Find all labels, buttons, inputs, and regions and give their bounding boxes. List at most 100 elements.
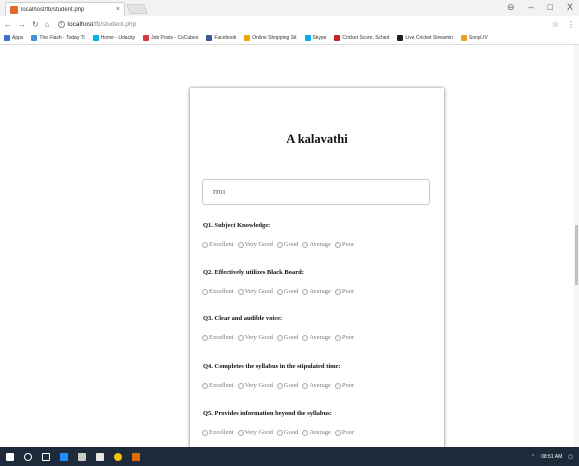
close-window-button[interactable]: X	[567, 2, 573, 13]
radio-button[interactable]	[302, 288, 309, 295]
bookmark-item[interactable]: SonyLIV	[460, 35, 488, 41]
bookmark-favicon-icon	[334, 35, 341, 41]
reload-icon[interactable]: ↻	[32, 20, 39, 29]
bookmark-star-icon[interactable]: ☆	[552, 20, 559, 29]
rating-option[interactable]: Poor	[334, 241, 354, 248]
radio-button[interactable]	[334, 241, 341, 248]
rating-option[interactable]: Poor	[334, 288, 355, 295]
radio-button[interactable]	[202, 288, 208, 295]
scrollbar-thumb[interactable]	[575, 225, 578, 285]
rating-option[interactable]: Good	[276, 288, 299, 295]
radio-button[interactable]	[237, 429, 244, 436]
back-arrow-icon[interactable]: ←	[4, 20, 12, 29]
radio-button[interactable]	[202, 382, 208, 389]
rating-option[interactable]: Poor	[334, 429, 354, 436]
chrome-icon[interactable]	[114, 452, 122, 461]
rating-option[interactable]: Excellent	[202, 241, 234, 248]
close-tab-icon[interactable]: ×	[116, 6, 120, 13]
bookmark-label: SonyLIV	[468, 35, 488, 41]
option-label: Good	[283, 288, 299, 295]
radio-button[interactable]	[276, 382, 283, 389]
radio-button[interactable]	[302, 334, 309, 341]
windows-start-icon[interactable]	[6, 452, 14, 461]
notification-icon[interactable]: ▢	[568, 454, 573, 460]
rating-option[interactable]: Average	[302, 429, 331, 436]
radio-button[interactable]	[302, 241, 309, 248]
radio-button[interactable]	[334, 429, 341, 436]
student-id-field[interactable]: IT01	[202, 179, 430, 205]
bookmark-item[interactable]: Live Cricket Streamin	[397, 35, 453, 41]
rating-option[interactable]: Good	[276, 382, 298, 389]
bookmark-item[interactable]: Online Shopping Sit	[244, 35, 297, 41]
radio-button[interactable]	[334, 288, 341, 295]
rating-option[interactable]: Very Good	[237, 334, 273, 341]
rating-option[interactable]: Average	[302, 241, 331, 248]
rating-option[interactable]: Good	[276, 334, 298, 341]
radio-button[interactable]	[237, 241, 244, 248]
rating-option[interactable]: Excellent	[202, 334, 234, 341]
bookmark-item[interactable]: The Flash - Today Ti	[31, 35, 85, 41]
bookmark-label: Job Posts - CoCubes	[151, 35, 199, 41]
forward-arrow-icon[interactable]: →	[18, 20, 26, 29]
radio-button[interactable]	[302, 382, 309, 389]
option-label: Average	[309, 334, 331, 341]
rating-option[interactable]: Very Good	[237, 241, 273, 248]
bookmarks-bar: Apps The Flash - Today Ti Home - Udacity Jo…	[0, 32, 579, 45]
rating-option[interactable]: Poor	[334, 382, 355, 389]
task-view-icon[interactable]	[42, 452, 50, 461]
radio-button[interactable]	[276, 429, 283, 436]
edge-browser-icon[interactable]	[60, 452, 68, 461]
file-explorer-icon[interactable]	[96, 452, 104, 461]
bookmark-item[interactable]: Skype	[304, 35, 326, 41]
rating-option[interactable]: Very Good	[237, 429, 273, 436]
radio-button[interactable]	[237, 334, 244, 341]
radio-button[interactable]	[302, 429, 309, 436]
radio-button[interactable]	[237, 288, 244, 295]
bookmark-item[interactable]: Facebook	[206, 35, 236, 41]
bookmark-item[interactable]: Apps	[4, 35, 23, 41]
rating-option[interactable]: Average	[302, 288, 331, 295]
home-icon[interactable]: ⌂	[45, 20, 50, 29]
option-label: Poor	[341, 382, 355, 389]
account-icon[interactable]: ⊖	[507, 2, 515, 13]
radio-button[interactable]	[202, 334, 208, 341]
new-tab-button[interactable]	[126, 4, 148, 14]
rating-option[interactable]: Very Good	[237, 382, 273, 389]
rating-option[interactable]: Average	[302, 382, 331, 389]
site-info-icon[interactable]: i	[57, 20, 65, 28]
page-scrollbar[interactable]	[574, 45, 579, 447]
radio-button[interactable]	[276, 334, 283, 341]
clock[interactable]: 08:51 AM	[541, 454, 562, 460]
window-controls: ⊖ – □ X	[507, 2, 573, 13]
radio-button[interactable]	[334, 382, 341, 389]
rating-option[interactable]: Excellent	[202, 288, 234, 295]
rating-option[interactable]: Very Good	[237, 288, 273, 295]
bookmark-item[interactable]: Job Posts - CoCubes	[143, 35, 198, 41]
store-icon[interactable]	[78, 452, 86, 461]
radio-button[interactable]	[276, 288, 283, 295]
browser-tab[interactable]: localhost/fb/student.php ×	[5, 2, 125, 16]
rating-option[interactable]: Excellent	[202, 382, 234, 389]
rating-option[interactable]: Good	[276, 429, 298, 436]
rating-option[interactable]: Average	[302, 334, 331, 341]
radio-button[interactable]	[276, 241, 283, 248]
bookmark-label: Home - Udacity	[100, 35, 136, 41]
rating-option[interactable]: Excellent	[202, 429, 234, 436]
search-icon[interactable]	[24, 452, 32, 461]
page-title: A kalavathi	[286, 132, 348, 146]
option-label: Poor	[341, 288, 355, 295]
tray-expand-icon[interactable]: ⌃	[531, 454, 535, 460]
rating-option[interactable]: Good	[276, 241, 298, 248]
maximize-button[interactable]: □	[548, 2, 553, 13]
radio-button[interactable]	[334, 334, 341, 341]
radio-button[interactable]	[202, 241, 208, 248]
address-bar[interactable]: i localhost/fb/student.php	[57, 20, 136, 28]
rating-option[interactable]: Poor	[334, 334, 354, 341]
bookmark-item[interactable]: Cricket Score, Sched	[334, 35, 389, 41]
radio-button[interactable]	[202, 429, 208, 436]
radio-button[interactable]	[237, 382, 244, 389]
minimize-button[interactable]: –	[529, 2, 534, 13]
app-icon[interactable]	[132, 452, 140, 461]
bookmark-item[interactable]: Home - Udacity	[92, 35, 136, 41]
browser-menu-icon[interactable]: ⋮	[567, 20, 575, 29]
